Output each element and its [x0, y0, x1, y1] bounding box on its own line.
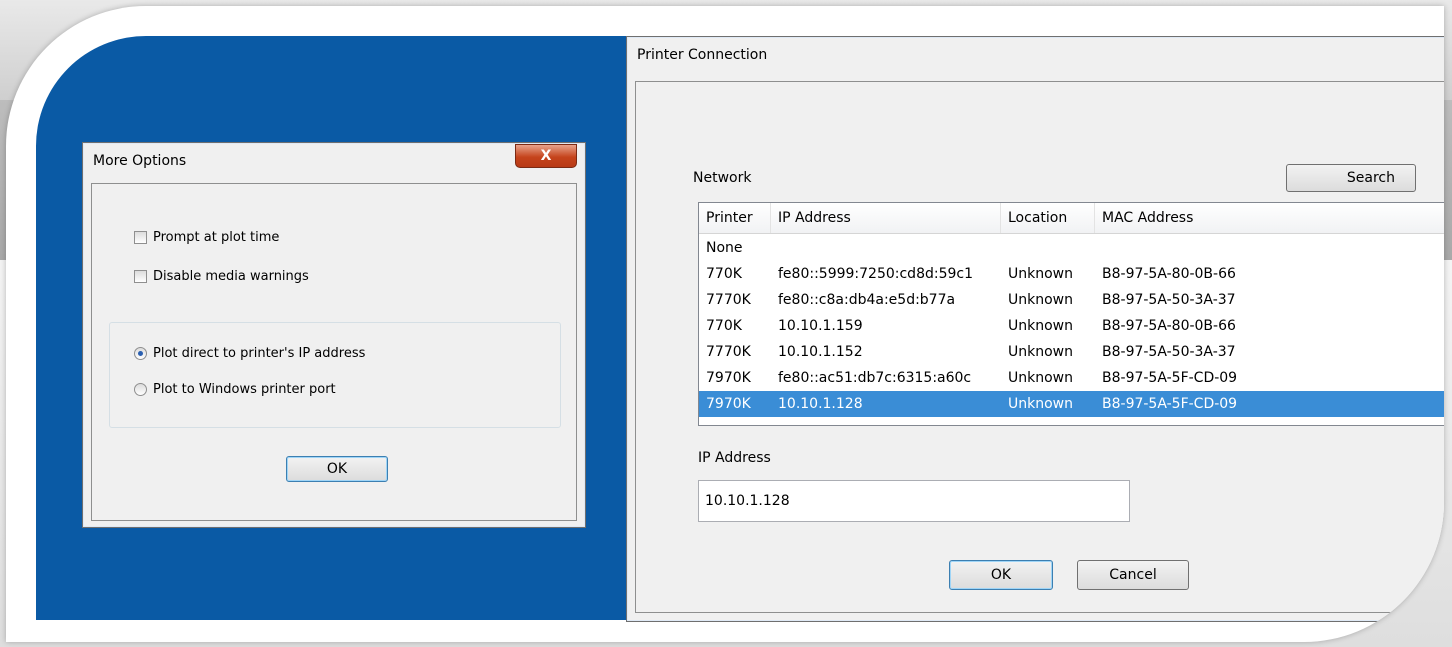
close-icon: X [540, 148, 552, 164]
cell-printer: 7970K [706, 396, 751, 412]
cell-mac-address: B8-97-5A-5F-CD-09 [1102, 396, 1238, 412]
cell-mac-address: B8-97-5A-50-3A-37 [1102, 292, 1236, 308]
cell-printer: 770K [706, 318, 742, 334]
cell-printer: 7770K [706, 344, 751, 360]
ip-address-field[interactable]: 10.10.1.128 [698, 480, 1130, 522]
column-header-mac[interactable]: MAC Address [1095, 203, 1444, 233]
more-options-title: More Options [93, 153, 187, 169]
cancel-button[interactable]: Cancel [1077, 560, 1189, 590]
ok-label: OK [326, 461, 348, 477]
cell-printer: None [706, 240, 743, 256]
cell-location: Unknown [1008, 318, 1073, 334]
search-label: Search [1346, 170, 1395, 186]
column-header-location[interactable]: Location [1001, 203, 1095, 233]
cell-mac-address: B8-97-5A-5F-CD-09 [1102, 370, 1238, 386]
table-row[interactable]: 7770K fe80::c8a:db4a:e5d:b77a Unknown B8-97… [699, 287, 1444, 313]
cell-location: Unknown [1008, 292, 1073, 308]
table-row[interactable]: 770K 10.10.1.159 Unknown B8-97-5A-80-0B-66 [699, 313, 1444, 339]
ip-address-label: IP Address [698, 450, 771, 466]
cell-ip-address: 10.10.1.152 [778, 344, 863, 360]
plot-mode-group [109, 322, 561, 428]
cell-location: Unknown [1008, 370, 1073, 386]
table-row[interactable]: 7770K 10.10.1.152 Unknown B8-97-5A-50-3A-37 [699, 339, 1444, 365]
cell-ip-address: fe80::5999:7250:cd8d:59c1 [778, 266, 973, 282]
printer-list[interactable]: Printer IP Address Location MAC Address … [698, 202, 1444, 426]
table-row[interactable]: 7970K fe80::ac51:db7c:6315:a60c Unknown B8-… [699, 365, 1444, 391]
cell-printer: 7970K [706, 370, 751, 386]
column-header-printer[interactable]: Printer [699, 203, 771, 233]
ok-label: OK [990, 567, 1012, 583]
cell-mac-address: B8-97-5A-80-0B-66 [1102, 318, 1236, 334]
checkbox-icon [134, 270, 147, 283]
radio-unselected-icon [134, 383, 147, 396]
screenshot-card: More Options X Prompt at plot time Disab… [6, 6, 1444, 642]
table-row[interactable]: 7970K 10.10.1.128 Unknown B8-97-5A-5F-CD-09 [699, 391, 1444, 417]
plot-windows-port-label: Plot to Windows printer port [153, 382, 336, 397]
radio-selected-icon [134, 347, 147, 360]
cell-ip-address: 10.10.1.128 [778, 396, 863, 412]
printer-connection-panel: Network Search Printer IP Address Locati… [635, 81, 1444, 613]
more-options-panel: Prompt at plot time Disable media warnin… [91, 183, 577, 521]
prompt-at-plot-time-label: Prompt at plot time [153, 230, 280, 245]
cell-ip-address: fe80::c8a:db4a:e5d:b77a [778, 292, 956, 308]
printer-list-header: Printer IP Address Location MAC Address [699, 203, 1444, 234]
more-options-ok-button[interactable]: OK [286, 456, 388, 482]
more-options-dialog: More Options X Prompt at plot time Disab… [82, 142, 586, 528]
search-button[interactable]: Search [1286, 164, 1416, 192]
column-header-ip[interactable]: IP Address [771, 203, 1001, 233]
close-button[interactable]: X [515, 144, 577, 168]
table-row[interactable]: 770K fe80::5999:7250:cd8d:59c1 Unknown B8-9… [699, 261, 1444, 287]
table-row[interactable]: None [699, 235, 1444, 261]
printer-connection-ok-button[interactable]: OK [949, 560, 1053, 590]
cell-printer: 7770K [706, 292, 751, 308]
plot-windows-port-radio[interactable]: Plot to Windows printer port [134, 382, 336, 397]
cell-location: Unknown [1008, 344, 1073, 360]
printer-connection-title: Printer Connection [637, 47, 768, 63]
network-label: Network [693, 170, 752, 186]
plot-direct-ip-radio[interactable]: Plot direct to printer's IP address [134, 346, 365, 361]
disable-media-warnings-label: Disable media warnings [153, 269, 309, 284]
cell-printer: 770K [706, 266, 742, 282]
cell-mac-address: B8-97-5A-80-0B-66 [1102, 266, 1236, 282]
cell-location: Unknown [1008, 266, 1073, 282]
plot-direct-ip-label: Plot direct to printer's IP address [153, 346, 366, 361]
checkbox-icon [134, 231, 147, 244]
cancel-label: Cancel [1109, 567, 1157, 583]
cell-ip-address: fe80::ac51:db7c:6315:a60c [778, 370, 972, 386]
disable-media-warnings-checkbox[interactable]: Disable media warnings [134, 269, 309, 284]
cell-location: Unknown [1008, 396, 1073, 412]
cell-mac-address: B8-97-5A-50-3A-37 [1102, 344, 1236, 360]
printer-connection-dialog: Printer Connection Network Search Printe… [626, 36, 1444, 622]
cell-ip-address: 10.10.1.159 [778, 318, 863, 334]
prompt-at-plot-time-checkbox[interactable]: Prompt at plot time [134, 230, 279, 245]
